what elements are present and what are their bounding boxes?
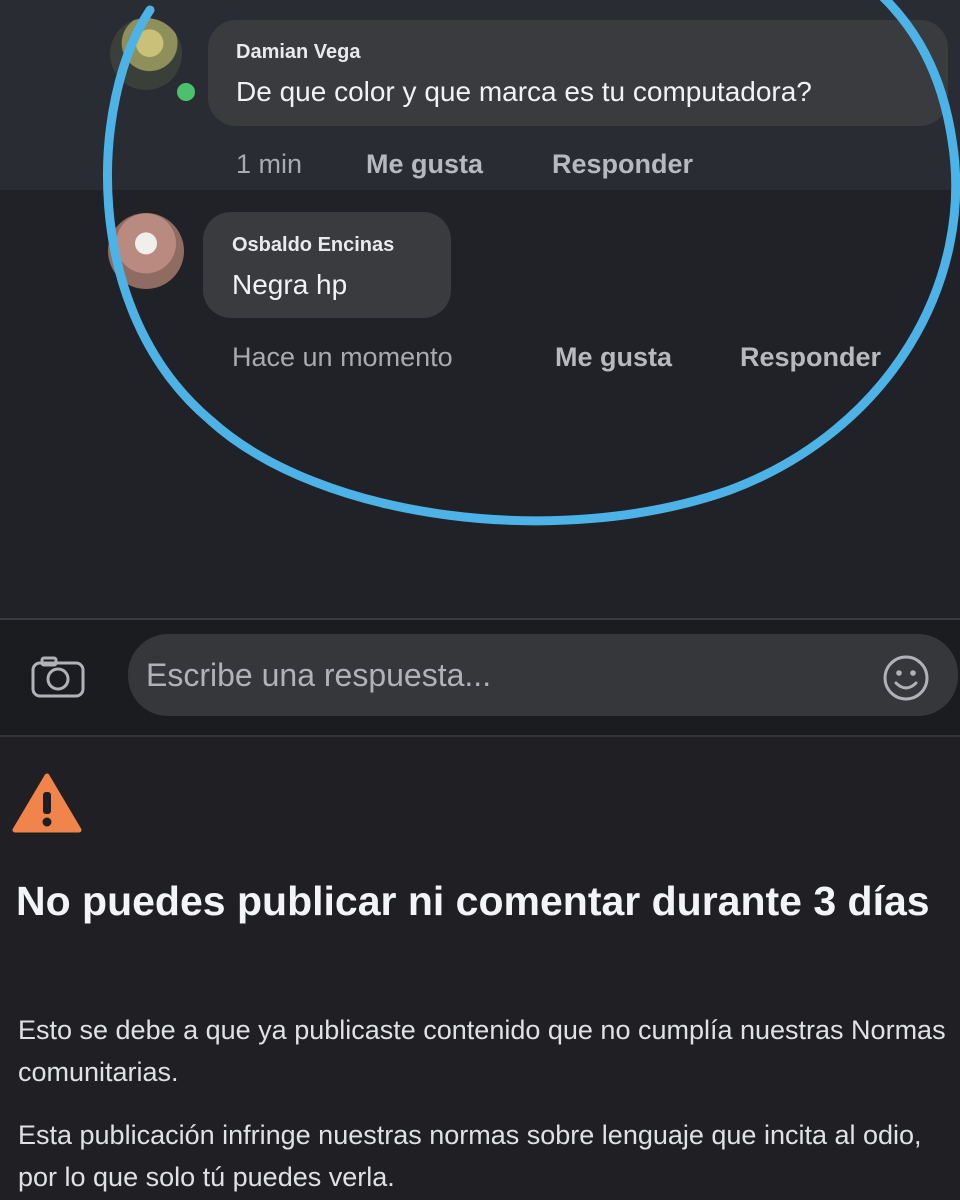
warning-icon (12, 773, 82, 833)
avatar[interactable] (108, 213, 184, 289)
online-status-indicator (174, 80, 198, 104)
divider (0, 735, 960, 737)
restriction-detail: Esta publicación infringe nuestras norma… (18, 1120, 922, 1192)
comment-timestamp: Hace un momento (232, 342, 453, 372)
comment-text: De que color y que marca es tu computado… (236, 76, 812, 107)
reply-button[interactable]: Responder (552, 149, 693, 180)
comment-author[interactable]: Damian Vega (236, 41, 361, 64)
comments-section: Damian Vega De que color y que marca es … (0, 0, 960, 620)
like-button[interactable]: Me gusta (555, 342, 672, 373)
emoji-icon[interactable] (881, 653, 931, 703)
comment-bubble (208, 20, 948, 126)
like-button[interactable]: Me gusta (366, 149, 483, 180)
comment-author[interactable]: Osbaldo Encinas (232, 234, 394, 257)
restriction-reason: Esto se debe a que ya publicaste conteni… (18, 1015, 946, 1087)
restriction-title: No puedes publicar ni comentar durante 3… (16, 878, 930, 924)
avatar[interactable] (110, 18, 182, 90)
comment-timestamp: 1 min (236, 149, 303, 179)
reply-button[interactable]: Responder (740, 342, 881, 373)
comment-text: Negra hp (232, 269, 348, 300)
camera-icon[interactable] (30, 655, 86, 699)
reply-input[interactable] (128, 634, 958, 716)
comment-bubble (203, 212, 451, 318)
